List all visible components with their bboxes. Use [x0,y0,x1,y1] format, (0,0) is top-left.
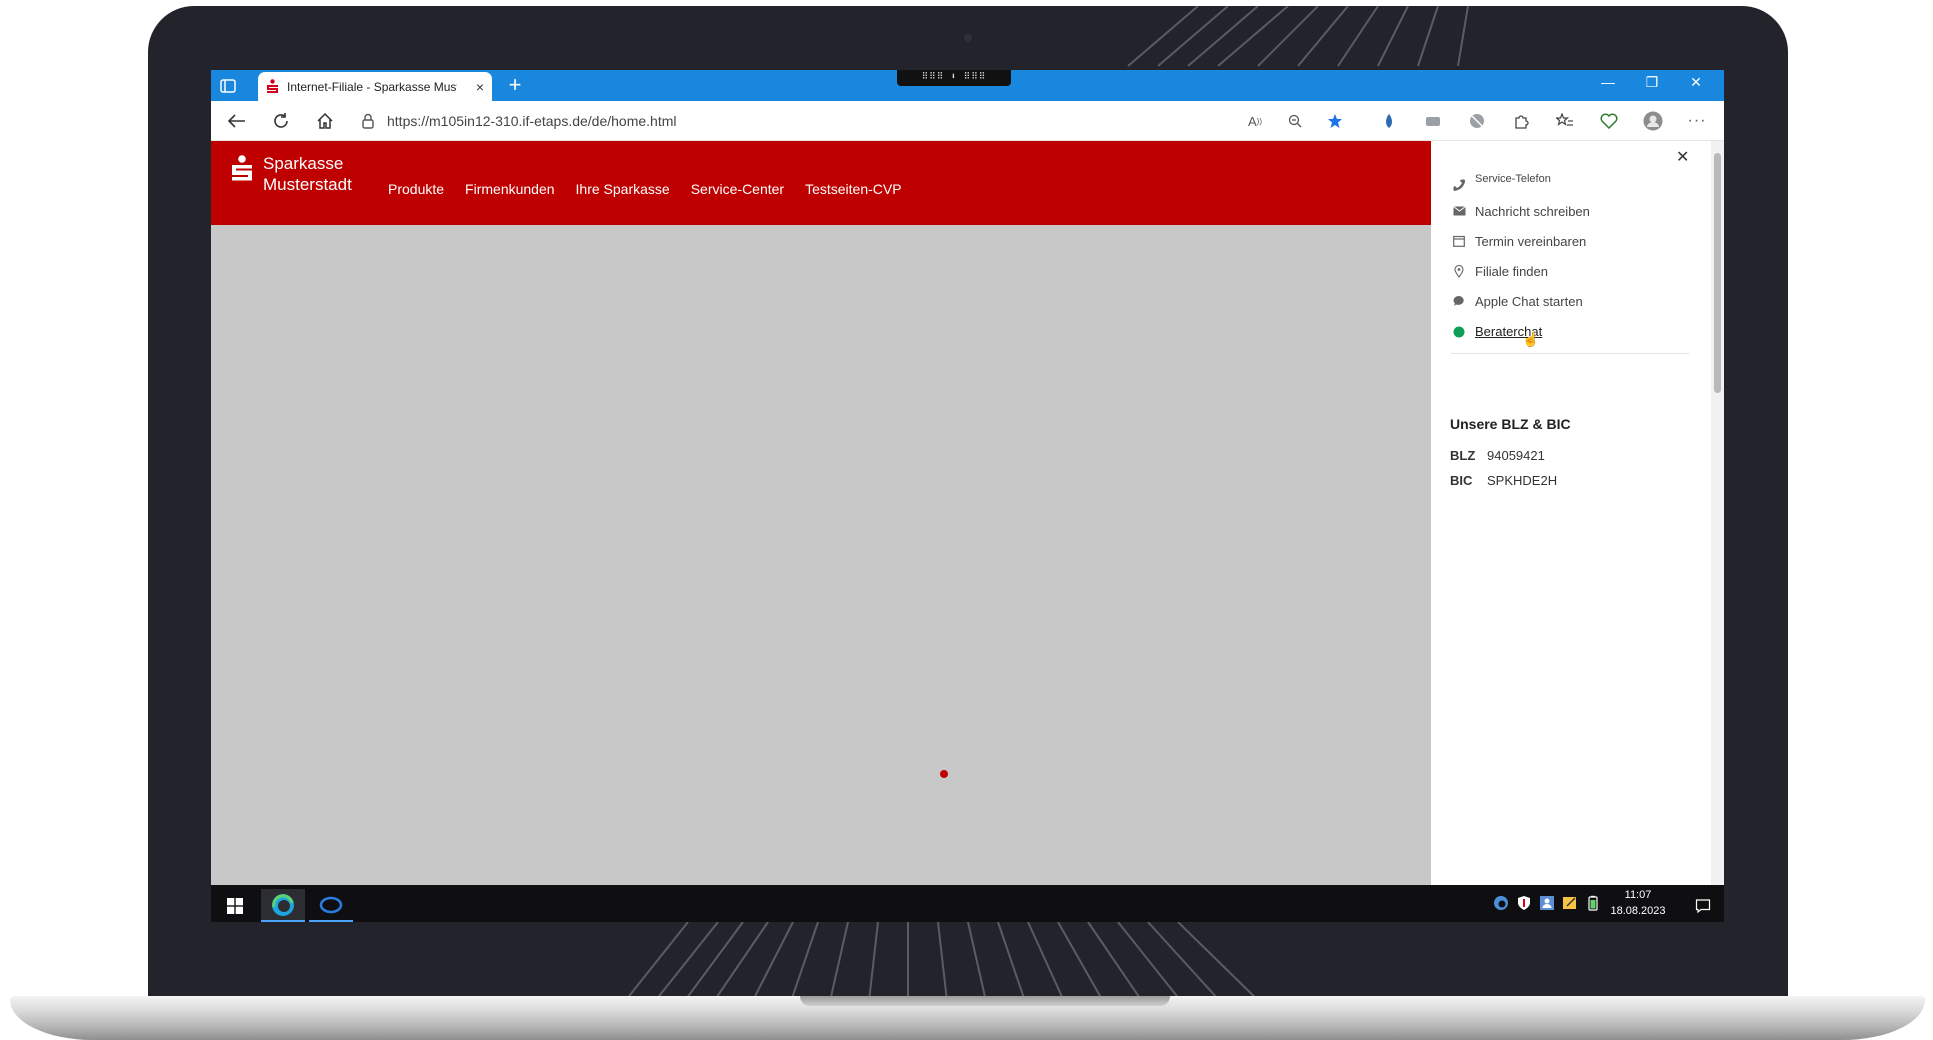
page-scrollbar[interactable] [1711,141,1724,885]
webcam [964,34,972,42]
home-button[interactable] [313,109,337,133]
lock-icon [362,113,374,129]
back-button[interactable] [225,109,249,133]
tray-edge-icon[interactable] [1493,895,1509,911]
remote-app-taskbar-icon[interactable] [309,889,353,922]
nachricht-schreiben-link[interactable]: Nachricht schreiben [1451,203,1590,219]
mouse-cursor-icon: ☝ [1522,331,1540,347]
url-text: https://m105in12-310.if-etaps.de/de/home… [387,113,677,129]
remote-session-handle[interactable]: ⠿⠿⠿ ⬇ ⠿⠿⠿ [897,70,1011,86]
nav-item-testseiten-cvp[interactable]: Testseiten-CVP [805,181,901,197]
tab-title: Internet-Filiale - Sparkasse Must [287,79,457,94]
tray-notes-icon[interactable] [1562,895,1578,911]
bic-row: BIC SPKHDE2H [1450,473,1557,488]
read-aloud-icon[interactable]: A)) [1245,111,1265,131]
nav-item-firmenkunden[interactable]: Firmenkunden [465,181,555,197]
restore-button[interactable]: ❐ [1639,74,1665,91]
blz-row: BLZ 94059421 [1450,448,1545,463]
system-clock[interactable]: 11:07 18.08.2023 [1606,887,1670,919]
calendar-icon [1451,233,1467,249]
tray-user-icon[interactable] [1539,895,1555,911]
extension-icon-2[interactable] [1423,111,1443,131]
clock-date: 18.08.2023 [1610,905,1666,917]
site-header: Sparkasse Musterstadt Produkte Firmenkun… [211,141,1431,225]
browser-toolbar: https://m105in12-310.if-etaps.de/de/home… [211,101,1724,141]
status-dot-icon [1451,324,1467,340]
bic-label: BIC [1450,473,1473,488]
notification-center-icon[interactable] [1681,889,1724,922]
brand-name-line1: Sparkasse [263,154,344,173]
window-close-button[interactable]: ✕ [1683,74,1709,91]
extensions-puzzle-icon[interactable] [1511,111,1531,131]
service-side-panel: ✕ Service-Telefon Nachricht schreiben Te… [1431,141,1724,885]
nav-item-ihre-sparkasse[interactable]: Ihre Sparkasse [576,181,670,197]
refresh-button[interactable] [269,109,293,133]
tab-close-icon[interactable]: × [476,79,484,95]
nav-item-produkte[interactable]: Produkte [388,181,444,197]
nav-item-service-center[interactable]: Service-Center [691,181,784,197]
browser-tab-bar: Internet-Filiale - Sparkasse Must × + ⠿⠿… [211,70,1724,101]
windows-taskbar: 11:07 18.08.2023 [211,885,1724,922]
zoom-out-icon[interactable] [1285,111,1305,131]
tray-battery-icon[interactable] [1585,895,1601,911]
extension-icon-3[interactable] [1467,111,1487,131]
filiale-finden-link[interactable]: Filiale finden [1451,263,1548,279]
screen: Internet-Filiale - Sparkasse Must × + ⠿⠿… [211,70,1724,922]
termin-vereinbaren-link[interactable]: Termin vereinbaren [1451,233,1586,249]
sparkasse-favicon-icon [267,79,278,93]
windows-start-icon[interactable] [213,889,257,922]
favorite-star-icon[interactable] [1325,111,1345,131]
beraterchat-link[interactable]: Beraterchat ☝ [1451,323,1560,347]
tray-shield-icon[interactable] [1516,895,1532,911]
blz-label: BLZ [1450,448,1476,463]
panel-divider [1451,353,1689,354]
sparkasse-logo[interactable]: Sparkasse Musterstadt [231,153,352,195]
extension-icon-1[interactable] [1379,111,1399,131]
location-pin-icon [1451,263,1467,279]
brand-name-line2: Musterstadt [263,175,352,194]
more-menu-icon[interactable]: ··· [1687,111,1707,131]
new-tab-button[interactable]: + [503,74,527,98]
favorites-list-icon[interactable] [1555,111,1575,131]
mail-icon [1451,203,1467,219]
profile-avatar-icon[interactable] [1643,111,1663,131]
panel-close-icon[interactable]: ✕ [1676,147,1689,167]
laptop-hinge-notch [800,996,1170,1006]
bank-codes-heading: Unsere BLZ & BIC [1450,416,1571,432]
sparkasse-s-icon [232,155,252,181]
blz-value: 94059421 [1487,448,1545,463]
edge-taskbar-icon[interactable] [261,889,305,922]
minimize-button[interactable]: — [1595,74,1621,90]
apple-chat-link[interactable]: Apple Chat starten [1451,293,1583,309]
browser-tab-active[interactable]: Internet-Filiale - Sparkasse Must × [258,72,492,101]
phone-icon [1451,177,1467,193]
service-telefon-link[interactable]: Service-Telefon [1451,173,1551,193]
tab-actions-icon[interactable] [217,75,239,97]
browser-essentials-icon[interactable] [1599,111,1619,131]
main-navigation: Produkte Firmenkunden Ihre Sparkasse Ser… [388,181,902,197]
bic-value: SPKHDE2H [1487,473,1558,488]
clock-time: 11:07 [1624,889,1652,901]
loading-indicator [940,770,948,778]
address-bar[interactable]: https://m105in12-310.if-etaps.de/de/home… [361,107,701,135]
web-page: Sparkasse Musterstadt Produkte Firmenkun… [211,141,1431,885]
scrollbar-thumb[interactable] [1714,153,1721,393]
chat-bubble-icon [1451,293,1467,309]
